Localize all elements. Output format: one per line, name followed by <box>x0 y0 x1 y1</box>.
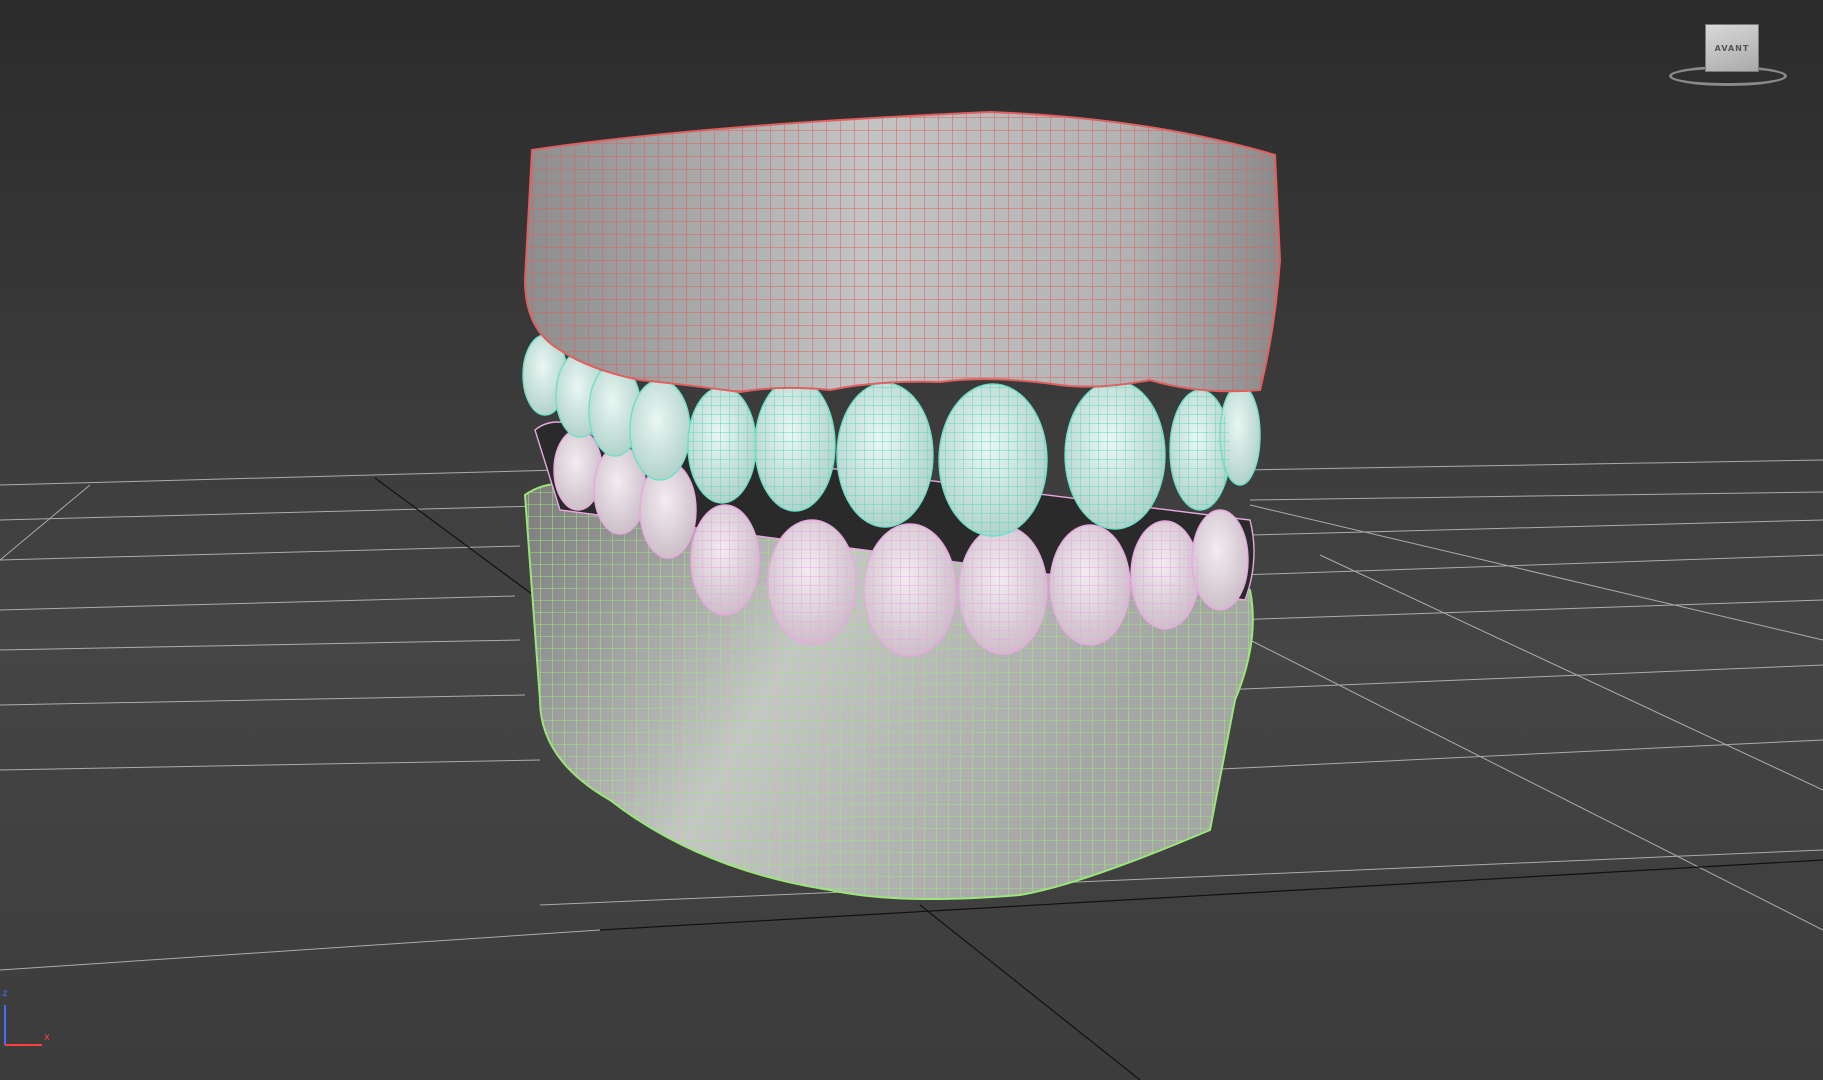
viewcube-face-front[interactable]: AVANT <box>1705 24 1759 72</box>
viewcube-icon[interactable]: AVANT <box>1663 20 1793 90</box>
axis-x-label: x <box>44 1032 51 1043</box>
perspective-viewport[interactable]: AVANT z x <box>0 0 1823 1080</box>
scene-canvas[interactable] <box>0 0 1823 1080</box>
axis-z-label: z <box>2 988 9 999</box>
upper-gum-mesh[interactable] <box>523 110 1282 394</box>
viewcube-face-label: AVANT <box>1714 43 1750 53</box>
axis-tripod: z x <box>0 980 60 1050</box>
axis-tripod-lines <box>4 1005 42 1046</box>
